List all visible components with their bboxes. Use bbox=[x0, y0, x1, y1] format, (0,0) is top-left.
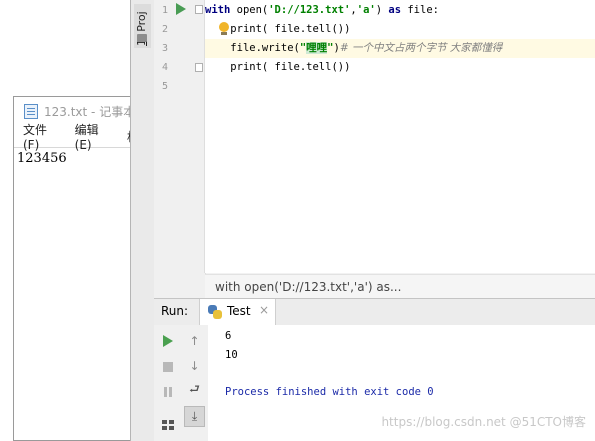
side-tool-strip: 1: Proj bbox=[131, 0, 155, 441]
code-line-2: print( file.tell()) bbox=[230, 23, 351, 35]
editor-gutter-lower bbox=[154, 273, 206, 298]
line-number: 4 bbox=[161, 62, 168, 73]
line-number: 5 bbox=[161, 81, 168, 92]
code-line-4: print( file.tell()) bbox=[230, 61, 351, 73]
up-button[interactable]: ↑ bbox=[184, 330, 205, 351]
close-icon[interactable]: × bbox=[259, 303, 269, 317]
stop-button[interactable] bbox=[157, 356, 178, 377]
code-line-3: file.write("哩哩")# 一个中文占两个字节 大家都懂得 bbox=[205, 39, 595, 58]
console-output[interactable]: 6 10 Process finished with exit code 0 h… bbox=[208, 325, 595, 441]
layout-button[interactable] bbox=[157, 414, 178, 435]
breadcrumb[interactable]: with open('D://123.txt','a') as... bbox=[205, 274, 595, 298]
pause-button[interactable] bbox=[157, 381, 178, 402]
notepad-title: 123.txt - 记事本 bbox=[44, 104, 136, 119]
run-arrow-icon[interactable] bbox=[176, 3, 186, 15]
scroll-to-end-button[interactable]: ⤓ bbox=[184, 406, 205, 427]
line-number: 3 bbox=[161, 43, 168, 54]
notepad-file-icon bbox=[24, 103, 38, 119]
run-toolbar-left bbox=[154, 325, 182, 441]
down-button[interactable]: ↓ bbox=[184, 355, 205, 376]
soft-wrap-button[interactable]: ⮐ bbox=[184, 380, 205, 401]
run-toolbar-right: ↑ ↓ ⮐ ⤓ bbox=[181, 325, 209, 441]
up-arrow-icon: ↑ bbox=[189, 333, 200, 348]
output-line: 10 bbox=[225, 349, 238, 361]
exit-message: Process finished with exit code 0 bbox=[225, 386, 434, 398]
run-panel-header: Run: Test × bbox=[154, 298, 595, 326]
editor-gutter: 1 2 3 4 5 bbox=[154, 0, 205, 273]
line-number: 1 bbox=[161, 5, 168, 16]
code-line-1: with open('D://123.txt','a') as file: bbox=[205, 4, 439, 16]
run-icon bbox=[162, 334, 173, 347]
fold-marker-icon[interactable] bbox=[195, 5, 203, 14]
line-number: 2 bbox=[161, 24, 168, 35]
run-label: Run: bbox=[161, 304, 189, 318]
stop-icon bbox=[162, 361, 173, 372]
ide-window: 1: Proj 1 2 3 4 5 with open('D://123.txt… bbox=[130, 0, 595, 441]
soft-wrap-icon: ⮐ bbox=[189, 382, 200, 396]
lightbulb-icon[interactable] bbox=[219, 22, 230, 36]
down-arrow-icon: ↓ bbox=[189, 358, 200, 373]
layout-icon bbox=[161, 419, 174, 430]
output-line: 6 bbox=[225, 330, 232, 342]
code-editor[interactable]: with open('D://123.txt','a') as file: pr… bbox=[205, 0, 595, 273]
rerun-button[interactable] bbox=[157, 330, 178, 351]
menu-file[interactable]: 文件(F) bbox=[23, 121, 62, 152]
folder-icon bbox=[137, 34, 147, 42]
fold-marker-icon[interactable] bbox=[195, 63, 203, 72]
watermark: https://blog.csdn.net @51CTO博客 bbox=[381, 415, 586, 429]
pause-icon bbox=[163, 386, 167, 397]
tab-test[interactable]: Test × bbox=[199, 299, 276, 325]
python-icon bbox=[208, 305, 222, 319]
scroll-to-end-icon: ⤓ bbox=[191, 409, 198, 423]
menu-edit[interactable]: 编辑(E) bbox=[75, 121, 114, 152]
tab-test-label: Test bbox=[227, 304, 251, 318]
